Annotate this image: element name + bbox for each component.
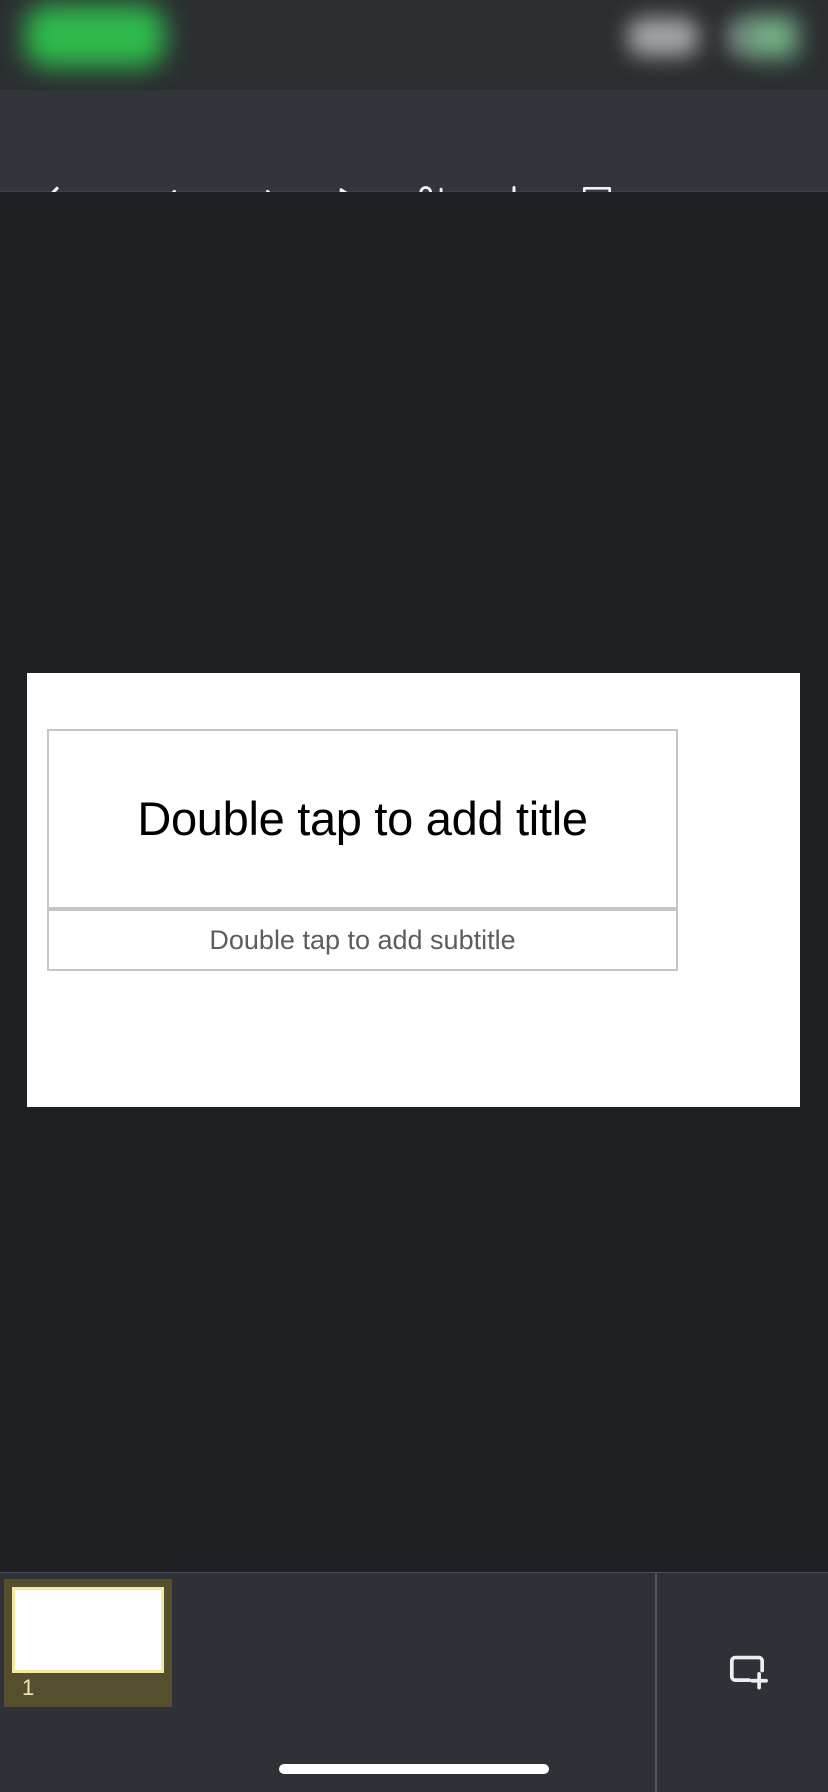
slide-canvas-area[interactable]: Double tap to add title Double tap to ad… [0, 192, 828, 1572]
status-bar-left-indicator [25, 5, 165, 67]
subtitle-placeholder-box[interactable]: Double tap to add subtitle [47, 909, 678, 971]
filmstrip-divider [655, 1573, 657, 1792]
title-placeholder-box[interactable]: Double tap to add title [47, 729, 678, 909]
slide-number-label: 1 [22, 1675, 35, 1700]
add-slide-icon [721, 1645, 773, 1702]
title-placeholder-text: Double tap to add title [137, 792, 588, 846]
status-bar-right-indicator-3 [744, 16, 798, 58]
slide-thumbnail-1[interactable]: 1 [4, 1579, 172, 1707]
status-bar-right-indicator-1 [628, 18, 698, 56]
home-indicator [279, 1764, 549, 1774]
slide-filmstrip: 1 [0, 1572, 828, 1792]
current-slide[interactable]: Double tap to add title Double tap to ad… [27, 673, 800, 1107]
editor-toolbar [0, 90, 828, 215]
slide-thumbnail-preview [12, 1587, 164, 1673]
slides-editor-screen: Double tap to add title Double tap to ad… [0, 0, 828, 1792]
subtitle-placeholder-text: Double tap to add subtitle [209, 924, 516, 955]
add-slide-button[interactable] [665, 1573, 828, 1773]
status-bar [0, 0, 828, 90]
